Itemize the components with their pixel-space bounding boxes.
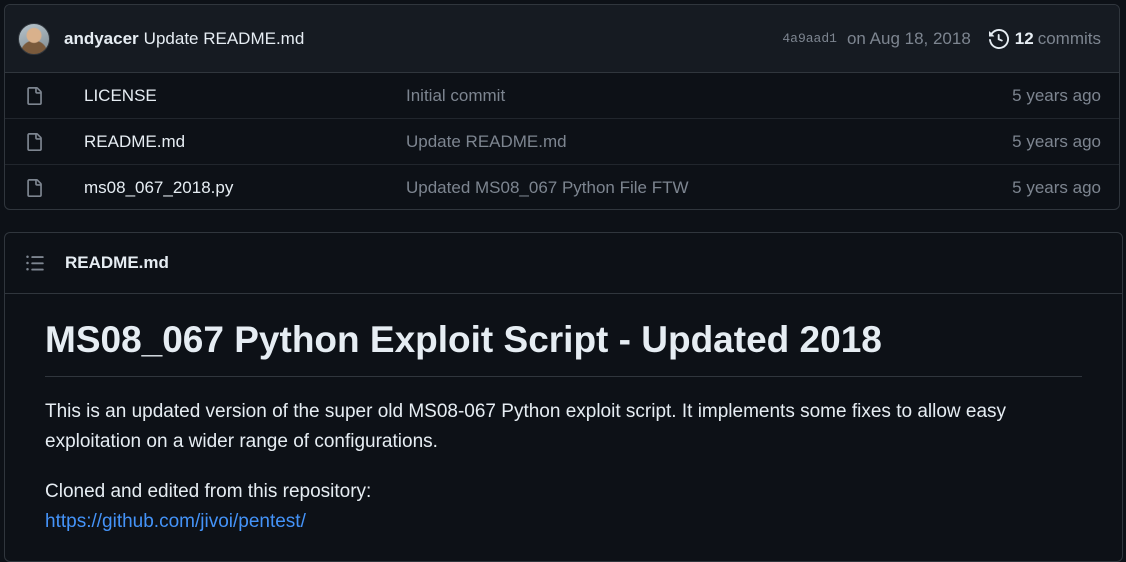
readme-title: MS08_067 Python Exploit Script - Updated… [45, 318, 1082, 378]
list-icon[interactable] [25, 253, 45, 273]
file-age: 5 years ago [1012, 85, 1101, 105]
file-icon [25, 132, 45, 152]
file-name-link[interactable]: LICENSE [84, 86, 406, 106]
commit-date[interactable]: on Aug 18, 2018 [847, 29, 971, 49]
file-icon [25, 86, 45, 106]
avatar[interactable] [18, 22, 50, 55]
commits-label[interactable]: commits [1038, 29, 1101, 49]
repository-link[interactable]: https://github.com/jivoi/pentest/ [45, 511, 306, 532]
file-name-link[interactable]: README.md [84, 132, 406, 152]
readme-header: README.md [5, 233, 1122, 294]
file-age: 5 years ago [1012, 178, 1101, 197]
history-icon[interactable] [988, 28, 1009, 49]
file-commit-message-link[interactable]: Initial commit [406, 86, 1012, 106]
file-row-license[interactable]: LICENSE Initial commit 5 years ago [5, 73, 1119, 119]
readme-body: MS08_067 Python Exploit Script - Updated… [5, 294, 1122, 537]
file-row-script[interactable]: ms08_067_2018.py Updated MS08_067 Python… [5, 165, 1119, 209]
readme-filename[interactable]: README.md [65, 253, 169, 273]
readme-source-text: Cloned and edited from this repository: [45, 481, 372, 503]
commit-author-link[interactable]: andyacer [64, 29, 139, 49]
readme-paragraph: This is an updated version of the super … [45, 401, 1007, 453]
file-age: 5 years ago [1012, 131, 1101, 151]
commit-sha-link[interactable]: 4a9aad1 [782, 31, 837, 46]
commit-message-link[interactable]: Update README.md [144, 29, 305, 49]
readme-paragraph-source: Cloned and edited from this repository: … [45, 477, 1082, 537]
file-commit-message-link[interactable]: Updated MS08_067 Python File FTW [406, 178, 1012, 198]
file-commit-message-link[interactable]: Update README.md [406, 132, 1012, 152]
file-icon [25, 178, 45, 198]
commit-count[interactable]: 12 [1015, 29, 1034, 49]
file-name-link[interactable]: ms08_067_2018.py [84, 178, 406, 198]
file-row-readme[interactable]: README.md Update README.md 5 years ago [5, 119, 1119, 165]
latest-commit-bar: andyacer Update README.md 4a9aad1 on Aug… [5, 5, 1119, 73]
readme-panel: README.md MS08_067 Python Exploit Script… [4, 232, 1123, 562]
file-browser: andyacer Update README.md 4a9aad1 on Aug… [4, 4, 1120, 210]
